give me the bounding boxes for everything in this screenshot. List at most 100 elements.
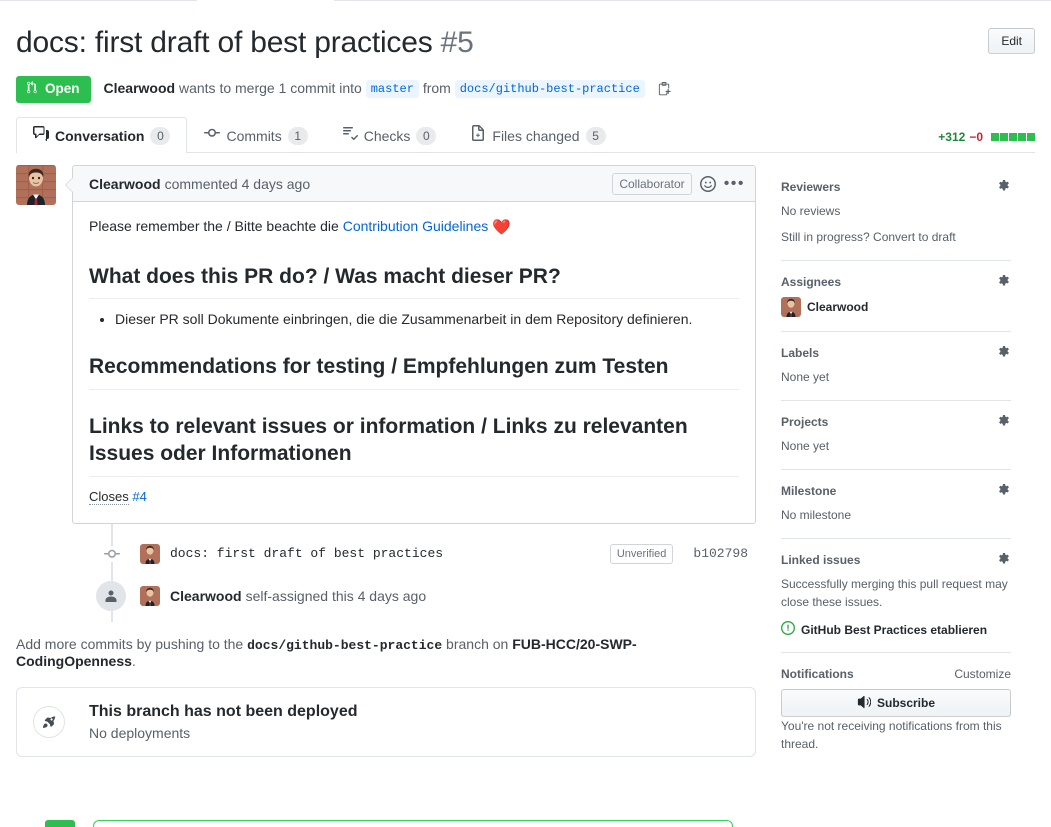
projects-note: None yet <box>781 439 830 453</box>
projects-title: Projects <box>781 415 829 429</box>
notifications-title: Notifications <box>781 667 854 681</box>
gear-icon[interactable] <box>997 415 1011 429</box>
deployment-text: This branch has not been deployed No dep… <box>89 702 357 741</box>
tab-commits-count: 1 <box>287 126 308 145</box>
head-branch-chip[interactable]: docs/github-best-practice <box>454 80 645 99</box>
projects-header: Projects <box>781 415 1011 429</box>
push-note-middle: branch on <box>442 635 513 652</box>
push-note-branch: docs/github-best-practice <box>247 637 443 653</box>
linked-issue-name[interactable]: GitHub Best Practices etablieren <box>801 623 987 637</box>
notifications-note: You're not receiving notifications from … <box>781 719 1002 751</box>
status-badge: Open <box>16 75 91 103</box>
assigned-author[interactable]: Clearwood <box>170 588 242 604</box>
subscribe-button[interactable]: Subscribe <box>781 689 1011 717</box>
tab-checks[interactable]: Checks 0 <box>325 117 454 153</box>
git-commit-icon <box>204 118 221 154</box>
deployment-subtitle: No deployments <box>89 724 191 741</box>
checklist-icon <box>342 118 358 154</box>
comment-heading-3: Links to relevant issues or information … <box>89 414 739 477</box>
git-commit-icon <box>104 545 120 562</box>
reviewers-note-2[interactable]: Still in progress? Convert to draft <box>781 228 1011 246</box>
verification-badge: Unverified <box>609 543 674 564</box>
pr-title-row: docs: first draft of best practices #5 E… <box>16 24 1035 62</box>
labels-title: Labels <box>781 346 820 360</box>
file-diff-icon <box>470 118 486 154</box>
customize-link[interactable]: Customize <box>954 667 1011 681</box>
commit-message[interactable]: docs: first draft of best practices <box>170 546 443 561</box>
contribution-guidelines-link[interactable]: Contribution Guidelines <box>343 218 489 234</box>
sidebar-section-milestone: Milestone No milestone <box>781 484 1011 539</box>
sidebar-section-notifications: Notifications Customize Subscribe You're… <box>781 667 1011 767</box>
avatar[interactable] <box>16 165 56 205</box>
smiley-icon[interactable] <box>699 175 716 192</box>
merge-text-from: from <box>422 80 451 97</box>
assigned-action: self-assigned this 4 days ago <box>245 587 427 604</box>
kebab-horizontal-icon[interactable]: ••• <box>724 175 745 191</box>
linked-issues-note: Successfully merging this pull request m… <box>781 577 1008 609</box>
clipboard-copy-icon[interactable] <box>657 81 672 96</box>
labels-header: Labels <box>781 346 1011 360</box>
comment-heading-1: What does this PR do? / Was macht dieser… <box>89 264 739 300</box>
base-branch-chip[interactable]: master <box>365 80 419 99</box>
comment-intro-prefix: Please remember the / Bitte beachte die <box>89 218 343 234</box>
tab-commits[interactable]: Commits 1 <box>187 117 324 153</box>
gear-icon[interactable] <box>997 553 1011 567</box>
commit-sha[interactable]: b102798 <box>693 546 748 561</box>
comment-action: commented 4 days ago <box>164 175 311 192</box>
closes-keyword: Closes <box>89 489 129 505</box>
notifications-header: Notifications Customize <box>781 667 1011 681</box>
gear-icon[interactable] <box>997 180 1011 194</box>
avatar[interactable] <box>140 585 160 606</box>
comment-body: Please remember the / Bitte beachte die … <box>73 202 755 523</box>
pr-header: docs: first draft of best practices #5 E… <box>16 24 1035 103</box>
tab-files-changed-label: Files changed <box>492 127 580 144</box>
sidebar-section-linked-issues: Linked issues Successfully merging this … <box>781 553 1011 653</box>
assigned-row-content: Clearwood self-assigned this 4 days ago <box>140 585 427 606</box>
linked-issue-entry[interactable]: GitHub Best Practices etablieren <box>781 621 1011 638</box>
assignee-entry[interactable]: Clearwood <box>781 297 1011 317</box>
comment-header: Clearwood commented 4 days ago Collabora… <box>73 166 755 202</box>
tab-conversation-count: 0 <box>150 126 171 145</box>
pr-title-text: docs: first draft of best practices <box>16 26 433 59</box>
gear-icon[interactable] <box>997 346 1011 360</box>
edit-button[interactable]: Edit <box>988 28 1035 54</box>
comment-header-actions: Collaborator ••• <box>612 172 745 195</box>
comment-intro: Please remember the / Bitte beachte die … <box>89 216 739 240</box>
assignees-title: Assignees <box>781 275 842 289</box>
top-cutoff-element-left <box>0 0 197 1</box>
diff-additions: +312 <box>938 130 966 144</box>
tab-conversation[interactable]: Conversation 0 <box>16 117 188 153</box>
top-cutoff-element-right <box>334 0 1051 1</box>
heart-emoji-icon: ❤️ <box>492 219 511 236</box>
avatar[interactable] <box>140 543 160 564</box>
comment-heading-2: Recommendations for testing / Empfehlung… <box>89 354 739 391</box>
commit-row-content: docs: first draft of best practices Unve… <box>140 543 756 564</box>
comment-author[interactable]: Clearwood <box>89 176 161 192</box>
gear-icon[interactable] <box>997 275 1011 289</box>
push-note-suffix: . <box>131 652 136 669</box>
gear-icon[interactable] <box>997 484 1011 498</box>
reviewers-title: Reviewers <box>781 180 841 194</box>
commit-meta: Unverified b102798 <box>609 543 748 564</box>
closes-issue-link[interactable]: #4 <box>132 489 146 504</box>
comment-block: Clearwood commented 4 days ago Collabora… <box>16 165 756 524</box>
list-item: Dieser PR soll Dokumente einbringen, die… <box>115 309 739 330</box>
deployment-box: This branch has not been deployed No dep… <box>16 686 756 757</box>
pr-sidebar: Reviewers No reviews Still in progress? … <box>781 180 1011 781</box>
merge-box-partial[interactable] <box>93 820 733 827</box>
assignee-name[interactable]: Clearwood <box>807 300 868 314</box>
unmute-icon <box>857 695 872 712</box>
linked-issues-title: Linked issues <box>781 553 861 567</box>
issue-opened-icon <box>781 621 795 638</box>
push-note-prefix: Add more commits by pushing to the <box>16 635 248 652</box>
sidebar-section-assignees: Assignees Clearwood <box>781 275 1011 332</box>
pr-author-name: Clearwood <box>103 80 176 97</box>
merge-section-cutoff <box>16 820 733 827</box>
tab-files-changed[interactable]: Files changed 5 <box>453 117 622 153</box>
milestone-title: Milestone <box>781 484 837 498</box>
labels-note: None yet <box>781 370 830 384</box>
reviewers-header: Reviewers <box>781 180 1011 194</box>
assignees-header: Assignees <box>781 275 1011 289</box>
closes-line: Closes #4 <box>89 487 739 507</box>
avatar[interactable] <box>781 297 801 317</box>
